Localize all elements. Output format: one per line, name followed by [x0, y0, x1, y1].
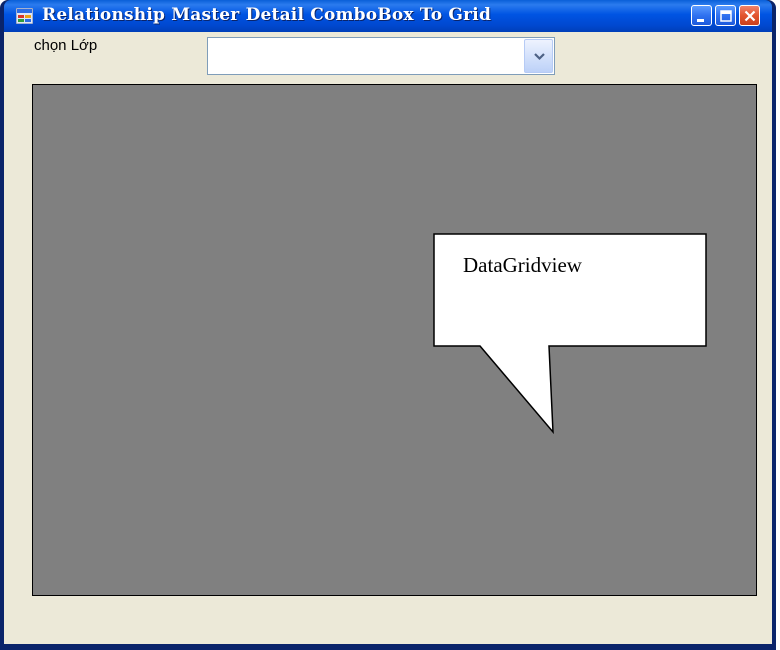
callout-annotation: DataGridview [433, 233, 713, 439]
close-icon [744, 10, 756, 22]
callout-label: DataGridview [463, 253, 582, 277]
maximize-button[interactable] [715, 5, 736, 26]
chevron-down-icon [534, 53, 545, 61]
client-area: chọn Lớp DataGridview [4, 32, 772, 644]
class-combobox[interactable] [207, 37, 555, 75]
main-window: Relationship Master Detail ComboBox To G… [0, 0, 776, 650]
window-title: Relationship Master Detail ComboBox To G… [42, 5, 492, 25]
combobox-dropdown-button[interactable] [524, 39, 553, 73]
maximize-icon [720, 10, 732, 22]
minimize-button[interactable] [691, 5, 712, 26]
app-icon [16, 8, 33, 24]
class-select-label: chọn Lớp [34, 37, 98, 54]
data-grid-view[interactable]: DataGridview [32, 84, 757, 596]
title-bar[interactable]: Relationship Master Detail ComboBox To G… [4, 0, 772, 32]
close-button[interactable] [739, 5, 760, 26]
minimize-icon [697, 19, 704, 22]
